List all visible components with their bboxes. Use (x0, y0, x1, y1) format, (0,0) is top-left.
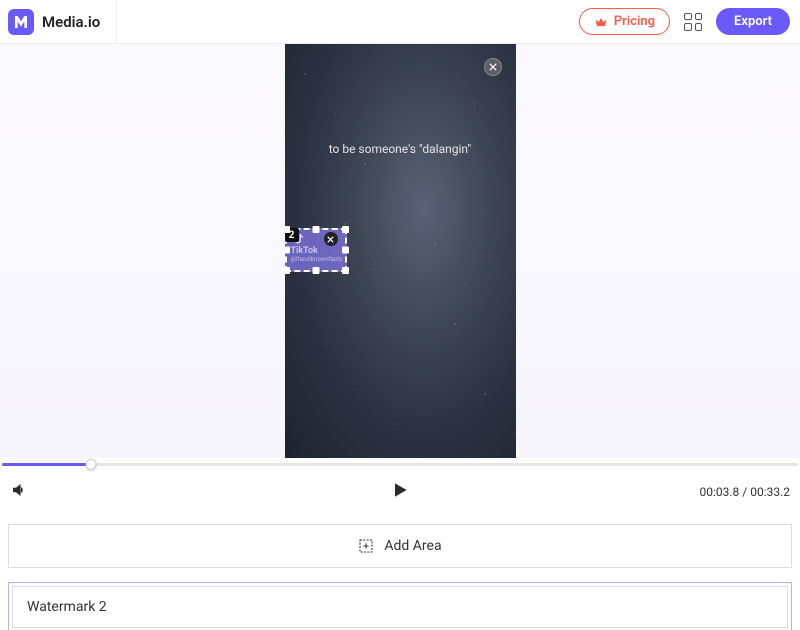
apps-grid-icon[interactable] (684, 13, 702, 31)
play-icon (390, 480, 410, 500)
pricing-button[interactable]: Pricing (579, 8, 670, 35)
video-caption: to be someone's "dalangin" (285, 142, 516, 156)
brand-name: Media.io (42, 13, 100, 31)
close-icon (327, 236, 334, 243)
watermark-panel-title: Watermark 2 (27, 599, 107, 615)
pricing-label: Pricing (614, 14, 655, 29)
watermark-selection-box[interactable]: TikTok @theunknownfacts 2 (285, 228, 347, 272)
resize-handle-se[interactable] (342, 267, 349, 274)
app-header: Media.io Pricing Export (0, 0, 800, 44)
crown-icon (594, 15, 608, 29)
volume-button[interactable] (10, 481, 28, 503)
resize-handle-ne[interactable] (342, 226, 349, 233)
seek-track (2, 463, 798, 466)
seek-thumb[interactable] (86, 459, 97, 470)
watermark-panel[interactable]: Watermark 2 (8, 582, 792, 630)
watermark-panel-header[interactable]: Watermark 2 (12, 586, 788, 628)
watermark-brand-label: TikTok (291, 246, 318, 256)
resize-handle-e[interactable] (342, 247, 349, 254)
export-button[interactable]: Export (716, 8, 790, 35)
add-area-label: Add Area (384, 538, 441, 554)
close-icon (489, 63, 497, 71)
video-close-button[interactable] (484, 58, 502, 76)
seek-bar[interactable] (0, 458, 800, 470)
resize-handle-w[interactable] (285, 247, 290, 254)
resize-handle-n[interactable] (312, 226, 319, 233)
video-preview[interactable]: to be someone's "dalangin" TikTok @theun… (285, 44, 516, 458)
add-area-button[interactable]: Add Area (8, 524, 792, 568)
total-time: 00:33.2 (750, 485, 790, 499)
brand-logo-icon (8, 9, 34, 35)
selection-remove-button[interactable] (324, 232, 338, 246)
watermark-handle: @theunknownfacts (291, 256, 343, 263)
time-display: 00:03.8 / 00:33.2 (700, 485, 791, 499)
seek-fill (2, 463, 93, 466)
resize-handle-s[interactable] (312, 267, 319, 274)
canvas-area: to be someone's "dalangin" TikTok @theun… (0, 44, 800, 458)
volume-icon (10, 481, 28, 499)
resize-handle-sw[interactable] (285, 267, 290, 274)
brand-wrap: Media.io (8, 0, 117, 43)
player-controls: 00:03.8 / 00:33.2 (0, 470, 800, 514)
play-button[interactable] (390, 480, 410, 504)
current-time: 00:03.8 (700, 485, 740, 499)
add-area-icon (358, 538, 374, 554)
resize-handle-nw[interactable] (285, 226, 290, 233)
